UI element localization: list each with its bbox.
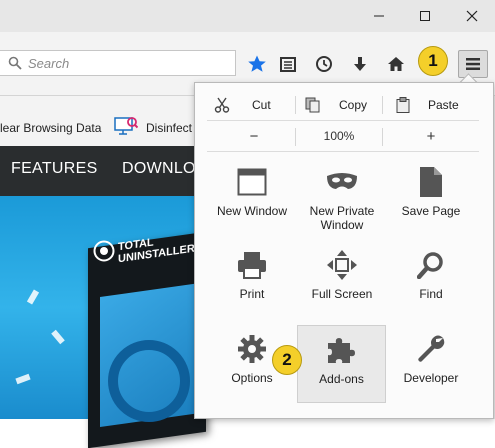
wrench-icon [415,333,447,365]
options-label: Options [231,371,273,385]
new-window-label: New Window [216,204,288,218]
divider [207,120,479,121]
maximize-icon [419,10,431,22]
cut-button[interactable]: Cut [214,92,271,118]
bookmark-disinfect[interactable]: Disinfect [146,121,192,135]
history-button[interactable] [310,50,338,78]
new-private-window-label: New Private Window [309,204,375,232]
save-page-label: Save Page [401,204,461,218]
paste-button[interactable]: Paste [396,92,459,118]
new-window-button[interactable]: New Window [204,160,300,234]
printer-icon [236,249,268,281]
callout-step-1: 1 [418,46,448,76]
search-icon [8,56,22,70]
home-button[interactable] [382,50,410,78]
star-icon [247,54,267,74]
add-ons-button[interactable]: Add-ons [297,325,386,403]
new-private-window-button[interactable]: New Private Window [294,160,390,234]
close-button[interactable] [449,0,495,32]
product-emblem [108,340,190,422]
full-screen-button[interactable]: Full Screen [294,243,390,317]
zoom-in-button[interactable]: + [383,124,479,148]
full-screen-label: Full Screen [311,287,373,301]
download-icon [351,55,369,73]
save-page-button[interactable]: Save Page [383,160,479,234]
find-label: Find [419,287,443,301]
full-screen-icon [326,249,358,281]
site-nav-features[interactable]: FEATURES [11,160,98,178]
bookmark-star-button[interactable] [243,50,271,78]
callout-number: 2 [282,350,292,369]
callout-step-2: 2 [272,345,302,375]
copy-label: Copy [339,98,368,112]
open-menu-button[interactable] [458,50,488,78]
clipboard-icon [396,97,410,113]
magnifier-icon [415,249,447,281]
bookmark-clear-browsing-data[interactable]: lear Browsing Data [0,121,101,135]
divider [382,96,383,114]
maximize-button[interactable] [402,0,448,32]
divider [295,96,296,114]
site-nav-downloads[interactable]: DOWNLO [122,160,196,178]
close-icon [466,10,478,22]
new-window-icon [236,166,268,198]
downloads-button[interactable] [346,50,374,78]
search-input[interactable] [28,55,218,71]
copy-button[interactable]: Copy [305,92,367,118]
site-nav-label: DOWNLO [122,160,196,177]
private-mask-icon [326,166,358,198]
find-button[interactable]: Find [383,243,479,317]
developer-label: Developer [403,371,459,385]
zoom-in-label: + [426,127,436,145]
print-button[interactable]: Print [204,243,300,317]
developer-button[interactable]: Developer [383,327,479,401]
zoom-out-button[interactable]: − [214,124,294,148]
print-label: Print [239,287,265,301]
minimize-button[interactable] [356,0,402,32]
puzzle-icon [326,334,358,366]
scissors-icon [214,97,230,113]
add-ons-label: Add-ons [319,372,364,386]
hamburger-menu-icon [465,57,481,71]
paste-label: Paste [428,98,459,112]
history-icon [315,55,333,73]
save-page-icon [415,166,447,198]
site-nav-label: FEATURES [11,160,98,177]
zoom-reset-button[interactable]: 100% [296,124,382,148]
callout-number: 1 [428,51,438,70]
reading-list-button[interactable] [274,50,302,78]
gear-icon [236,333,268,365]
cut-label: Cut [252,98,271,112]
divider [207,151,479,152]
monitor-search-icon [114,116,138,136]
reading-list-icon [279,55,297,73]
home-icon [387,55,405,73]
zoom-out-label: − [249,127,259,145]
copy-icon [305,97,321,113]
search-box[interactable] [0,50,236,76]
product-logo-icon [93,240,115,262]
minimize-icon [373,10,385,22]
bookmark-label: Disinfect [146,121,193,135]
zoom-level: 100% [323,129,355,143]
bookmark-label: lear Browsing Data [0,121,102,135]
